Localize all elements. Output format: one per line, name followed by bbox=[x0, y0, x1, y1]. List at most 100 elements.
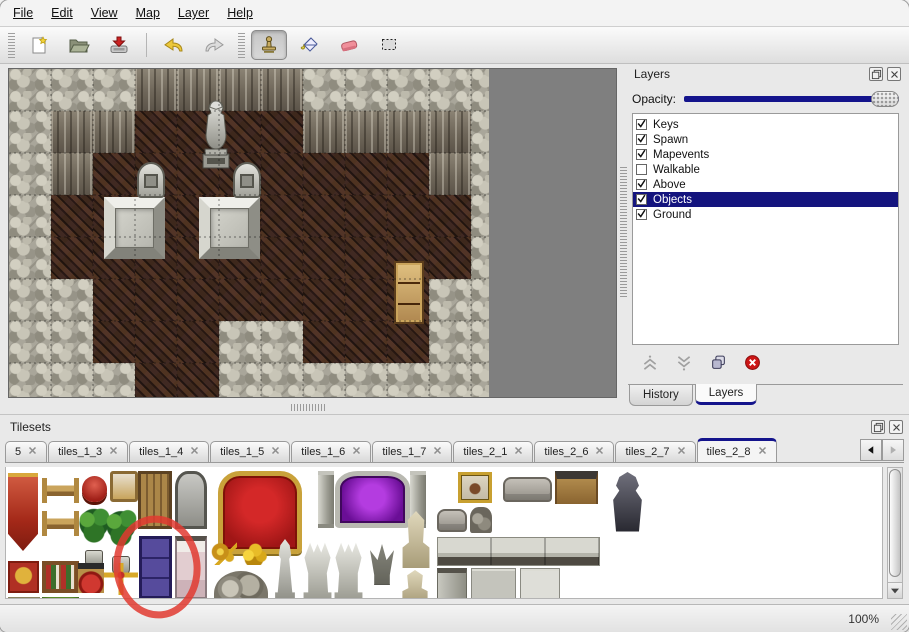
tile-gargoyle-statue[interactable] bbox=[367, 539, 397, 599]
tile-gray-couch[interactable] bbox=[503, 477, 552, 502]
stamp-tool-button[interactable] bbox=[251, 30, 287, 60]
fill-tool-button[interactable] bbox=[291, 30, 327, 60]
layer-visibility-checkbox[interactable] bbox=[636, 194, 647, 205]
delete-layer-button[interactable] bbox=[740, 352, 764, 376]
layer-row-keys[interactable]: Keys bbox=[633, 117, 898, 132]
tile-red-cushion[interactable] bbox=[82, 476, 107, 502]
tile-gray-couch[interactable] bbox=[437, 509, 467, 532]
layer-visibility-checkbox[interactable] bbox=[636, 209, 647, 220]
tile-mirror-dresser[interactable] bbox=[110, 471, 138, 502]
tileset-scrollbar[interactable] bbox=[887, 467, 903, 599]
layer-visibility-checkbox[interactable] bbox=[636, 179, 647, 190]
tile-stone-pillar[interactable] bbox=[318, 471, 334, 528]
toolbar-grip[interactable] bbox=[8, 32, 15, 58]
tileset-tab-tiles_1_4[interactable]: tiles_1_4 bbox=[129, 441, 209, 462]
close-tab-icon[interactable] bbox=[677, 446, 686, 458]
tileset-tab-tiles_2_6[interactable]: tiles_2_6 bbox=[534, 441, 614, 462]
layer-row-walkable[interactable]: Walkable bbox=[633, 162, 898, 177]
duplicate-layer-button[interactable] bbox=[706, 352, 730, 376]
tile-stone-ledge[interactable] bbox=[437, 537, 600, 566]
menu-item-map[interactable]: Map bbox=[127, 3, 169, 23]
tileset-tab-tiles_2_1[interactable]: tiles_2_1 bbox=[453, 441, 533, 462]
layer-row-spawn[interactable]: Spawn bbox=[633, 132, 898, 147]
tile-weapon-rack[interactable] bbox=[42, 478, 79, 503]
layer-row-above[interactable]: Above bbox=[633, 177, 898, 192]
close-panel-button[interactable] bbox=[887, 67, 901, 81]
opacity-slider-handle[interactable] bbox=[871, 91, 899, 107]
tile-stone-column[interactable] bbox=[437, 568, 467, 599]
layer-row-objects[interactable]: Objects bbox=[633, 192, 898, 207]
tile-bed[interactable] bbox=[175, 536, 207, 599]
close-tab-icon[interactable] bbox=[271, 446, 280, 458]
tile-stone-block[interactable] bbox=[520, 568, 560, 599]
tile-stone-gate[interactable] bbox=[175, 471, 207, 529]
tile-green-banner[interactable] bbox=[42, 597, 79, 599]
layer-visibility-checkbox[interactable] bbox=[636, 119, 647, 130]
scroll-tabs-right-button[interactable] bbox=[882, 439, 904, 461]
raise-layer-button[interactable] bbox=[638, 352, 662, 376]
close-tab-icon[interactable] bbox=[758, 446, 767, 458]
resize-grip-icon[interactable] bbox=[891, 614, 907, 630]
tileset-tab-tiles_2_8[interactable]: tiles_2_8 bbox=[697, 438, 777, 463]
close-tab-icon[interactable] bbox=[109, 446, 118, 458]
layer-row-ground[interactable]: Ground bbox=[633, 207, 898, 222]
menu-item-layer[interactable]: Layer bbox=[169, 3, 218, 23]
menu-item-edit[interactable]: Edit bbox=[42, 3, 82, 23]
tile-weapon-rack[interactable] bbox=[42, 511, 79, 536]
new-file-button[interactable] bbox=[21, 30, 57, 60]
tile-angel-statue[interactable] bbox=[333, 539, 364, 599]
tileset-tab-tiles_2_7[interactable]: tiles_2_7 bbox=[615, 441, 695, 462]
tileset-tab-tiles_1_7[interactable]: tiles_1_7 bbox=[372, 441, 452, 462]
tile-gold-key[interactable] bbox=[210, 541, 237, 565]
tile-purple-throne[interactable] bbox=[335, 471, 410, 528]
undock-panel-button[interactable] bbox=[869, 67, 883, 81]
close-tab-icon[interactable] bbox=[433, 446, 442, 458]
tileset-tab-5[interactable]: 5 bbox=[5, 441, 47, 462]
open-button[interactable] bbox=[61, 30, 97, 60]
select-tool-button[interactable] bbox=[371, 30, 407, 60]
tile-emblem-banner[interactable] bbox=[8, 561, 39, 593]
opacity-slider-track[interactable] bbox=[684, 96, 899, 102]
tileset-tab-tiles_1_3[interactable]: tiles_1_3 bbox=[48, 441, 128, 462]
horizontal-splitter[interactable] bbox=[0, 400, 618, 414]
tile-king-portrait[interactable] bbox=[458, 472, 492, 503]
toolbar-grip[interactable] bbox=[238, 32, 245, 58]
layer-visibility-checkbox[interactable] bbox=[636, 134, 647, 145]
tile-wooden-door[interactable] bbox=[138, 471, 172, 529]
scrollbar-thumb[interactable] bbox=[889, 469, 901, 577]
tile-red-wheel[interactable] bbox=[78, 563, 104, 593]
close-tab-icon[interactable] bbox=[514, 446, 523, 458]
tile-stone-block[interactable] bbox=[471, 568, 516, 599]
tile-parchment[interactable] bbox=[8, 597, 40, 599]
tileset-tab-tiles_1_6[interactable]: tiles_1_6 bbox=[291, 441, 371, 462]
layer-visibility-checkbox[interactable] bbox=[636, 164, 647, 175]
undo-button[interactable] bbox=[156, 30, 192, 60]
tileset-content[interactable] bbox=[5, 467, 883, 599]
layer-visibility-checkbox[interactable] bbox=[636, 149, 647, 160]
close-tab-icon[interactable] bbox=[352, 446, 361, 458]
undock-panel-button[interactable] bbox=[871, 420, 885, 434]
tile-gold-pile[interactable] bbox=[240, 541, 268, 565]
tile-wood-bench[interactable] bbox=[555, 471, 598, 504]
tile-purple-door[interactable] bbox=[139, 536, 172, 599]
save-button[interactable] bbox=[101, 30, 137, 60]
lower-layer-button[interactable] bbox=[672, 352, 696, 376]
close-panel-button[interactable] bbox=[889, 420, 903, 434]
tile-pedestal[interactable] bbox=[400, 570, 430, 599]
vertical-splitter[interactable] bbox=[618, 64, 628, 400]
scroll-down-button[interactable] bbox=[888, 582, 902, 598]
tile-debris-pile[interactable] bbox=[470, 507, 492, 533]
tab-history[interactable]: History bbox=[629, 385, 693, 406]
tile-bookshelf[interactable] bbox=[42, 561, 79, 593]
tile-knight-armor[interactable] bbox=[607, 472, 648, 534]
redo-button[interactable] bbox=[196, 30, 232, 60]
close-tab-icon[interactable] bbox=[28, 446, 37, 458]
close-tab-icon[interactable] bbox=[190, 446, 199, 458]
menu-item-file[interactable]: File bbox=[4, 3, 42, 23]
tab-layers[interactable]: Layers bbox=[695, 384, 758, 405]
tile-angel-statue[interactable] bbox=[302, 539, 333, 599]
opacity-slider[interactable] bbox=[684, 91, 899, 107]
eraser-tool-button[interactable] bbox=[331, 30, 367, 60]
close-tab-icon[interactable] bbox=[595, 446, 604, 458]
map-canvas[interactable] bbox=[8, 68, 617, 398]
